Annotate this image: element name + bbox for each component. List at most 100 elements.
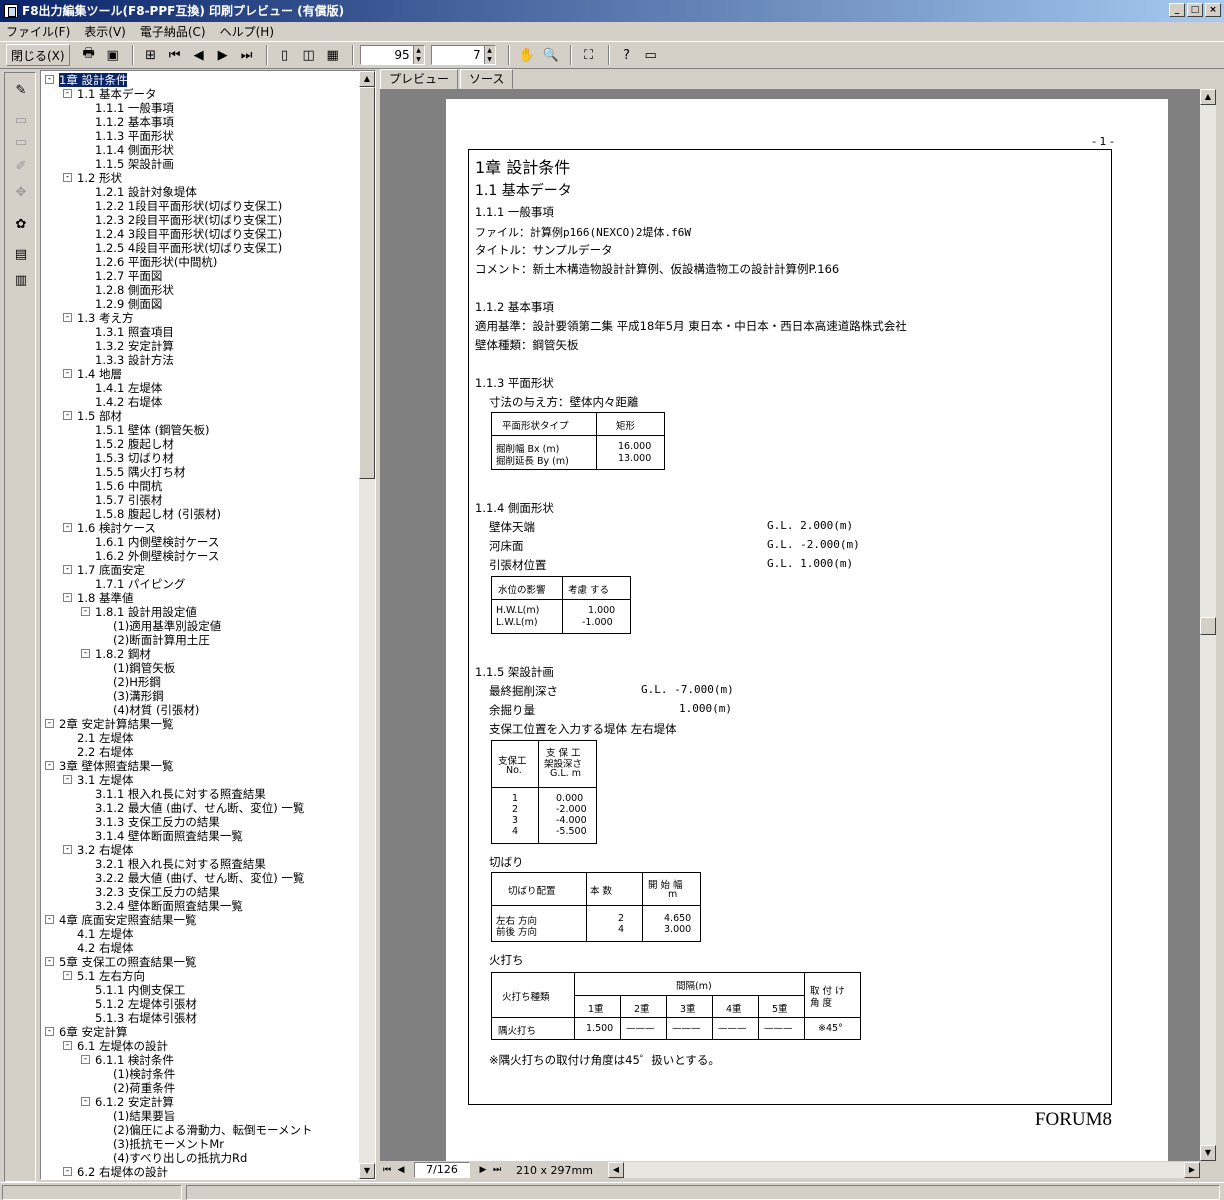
tree-node[interactable]: 1.2.3 2段目平面形状(切ばり支保工) [95, 213, 282, 227]
tree-node[interactable]: 3.2.4 壁体断面照査結果一覧 [95, 899, 243, 913]
scroll-left-icon[interactable]: ◀ [608, 1162, 624, 1178]
tree-node[interactable]: 2.1 左堤体 [77, 731, 133, 745]
menu-electronic-delivery[interactable]: 電子納品(C) [140, 23, 206, 40]
tree-node[interactable]: -6.1 左堤体の設計 [63, 1039, 168, 1053]
tree-node[interactable]: 3.1.4 壁体断面照査結果一覧 [95, 829, 243, 843]
tree-node[interactable]: 1.6.1 内側壁検討ケース [95, 535, 219, 549]
tree-node[interactable]: -1.8.2 鋼材 [81, 647, 151, 661]
page-indicator[interactable]: 7/126 [414, 1162, 470, 1178]
tree-node[interactable]: -6.2 右堤体の設計 [63, 1165, 168, 1179]
tree-node[interactable]: 3.2.1 根入れ長に対する照査結果 [95, 857, 266, 871]
tree-node[interactable]: (4)材質 (引張材) [113, 703, 199, 717]
hand-tool-icon[interactable]: ✋ [516, 44, 538, 66]
last-page-icon[interactable]: ⏭ [490, 1165, 504, 1175]
tree-node[interactable]: 5.1.1 内側支保工 [95, 983, 185, 997]
tree-node[interactable]: 1.6.2 外側壁検討ケース [95, 549, 219, 563]
tree-collapse-icon[interactable]: - [63, 1041, 72, 1050]
tree-node[interactable]: -1.2 形状 [63, 171, 122, 185]
tree-node[interactable]: -6.1.2 安定計算 [81, 1095, 174, 1109]
tree-collapse-icon[interactable]: - [45, 761, 54, 770]
tree-node[interactable]: -4章 底面安定照査結果一覧 [45, 913, 196, 927]
edit-icon[interactable]: ✐ [9, 155, 33, 177]
tree-node[interactable]: -1章 設計条件 [45, 73, 128, 87]
tree-node[interactable]: -1.5 部材 [63, 409, 122, 423]
tree-node[interactable]: 3.2.2 最大値 (曲げ、せん断、変位) 一覧 [95, 871, 304, 885]
tree-scroll-thumb[interactable] [359, 87, 375, 479]
tree-node[interactable]: -3章 壁体照査結果一覧 [45, 759, 173, 773]
tree-node[interactable]: -6.1.1 検討条件 [81, 1053, 174, 1067]
preview-hscrollbar[interactable]: ◀ ▶ [608, 1162, 1200, 1178]
tree-collapse-icon[interactable]: - [63, 89, 72, 98]
tree-collapse-icon[interactable]: - [63, 173, 72, 182]
tree-node[interactable]: 6.2.1 検討条件 [95, 1179, 174, 1180]
page-value[interactable]: 7 [432, 48, 484, 62]
fit-page-icon[interactable]: ⛶ [578, 44, 600, 66]
tree-node[interactable]: 1.3.1 照査項目 [95, 325, 174, 339]
tree-collapse-icon[interactable]: - [81, 1097, 90, 1106]
tree-node[interactable]: 1.1.4 側面形状 [95, 143, 174, 157]
tree-node[interactable]: (1)鋼管矢板 [113, 661, 175, 675]
tree-collapse-icon[interactable]: - [63, 1167, 72, 1176]
tree-node[interactable]: 1.2.8 側面形状 [95, 283, 174, 297]
tree-node[interactable]: -1.8.1 設計用設定値 [81, 605, 197, 619]
magnifier-icon[interactable]: 🔍 [540, 44, 562, 66]
tree-collapse-icon[interactable]: - [63, 845, 72, 854]
tree-collapse-icon[interactable]: - [63, 411, 72, 420]
maximize-button[interactable]: □ [1187, 3, 1203, 17]
tree-node[interactable]: 1.1.1 一般事項 [95, 101, 174, 115]
tree-node[interactable]: 5.1.2 左堤体引張材 [95, 997, 197, 1011]
tree-node[interactable]: (3)抵抗モーメントMr [113, 1137, 224, 1151]
help-icon[interactable]: ? [616, 44, 638, 66]
page-setup-icon[interactable]: ⊞ [140, 44, 162, 66]
tree-collapse-icon[interactable]: - [45, 719, 54, 728]
prev-page-icon[interactable]: ◀ [394, 1165, 408, 1175]
preview-scrollbar[interactable]: ▲ ▼ [1200, 89, 1216, 1161]
delete-icon[interactable]: ▭ [9, 131, 33, 153]
tree-node[interactable]: 1.5.5 隅火打ち材 [95, 465, 185, 479]
tree-node[interactable]: 1.2.6 平面形状(中間杭) [95, 255, 217, 269]
tree-collapse-icon[interactable]: - [63, 369, 72, 378]
multi-page-icon[interactable]: ▦ [322, 44, 344, 66]
tree-scrollbar[interactable]: ▲ ▼ [359, 71, 375, 1179]
tree-node[interactable]: 4.2 右堤体 [77, 941, 133, 955]
tree-node[interactable]: 1.2.5 4段目平面形状(切ばり支保工) [95, 241, 282, 255]
tree-node[interactable]: -6章 安定計算 [45, 1025, 127, 1039]
tree-node[interactable]: 1.1.5 架設計画 [95, 157, 174, 171]
tree-node[interactable]: 1.5.6 中間杭 [95, 479, 162, 493]
page-stepper[interactable]: 7 ▲ ▼ [430, 45, 496, 65]
tree-node[interactable]: 1.5.7 引張材 [95, 493, 162, 507]
menu-file[interactable]: ファイル(F) [6, 23, 70, 40]
first-page-icon[interactable]: ⏮ [164, 44, 186, 66]
first-page-icon[interactable]: ⏮ [380, 1165, 394, 1175]
spin-arrows-icon[interactable]: ▲ ▼ [483, 46, 495, 64]
tree-node[interactable]: 3.1.3 支保工反力の結果 [95, 815, 220, 829]
tree-node[interactable]: 1.3.3 設計方法 [95, 353, 174, 367]
tree-node[interactable]: 3.1.1 根入れ長に対する照査結果 [95, 787, 266, 801]
tree-collapse-icon[interactable]: - [81, 649, 90, 658]
tree-node[interactable]: 2.2 右堤体 [77, 745, 133, 759]
tree-node[interactable]: 1.7.1 パイピング [95, 577, 185, 591]
close-window-button[interactable]: × [1205, 3, 1221, 17]
tree-collapse-icon[interactable]: - [63, 523, 72, 532]
tree-node[interactable]: -1.4 地層 [63, 367, 122, 381]
tree-collapse-icon[interactable]: - [63, 971, 72, 980]
tree-node[interactable]: (1)検討条件 [113, 1067, 175, 1081]
tree-node[interactable]: 1.2.4 3段目平面形状(切ばり支保工) [95, 227, 282, 241]
tree-node[interactable]: -1.1 基本データ [63, 87, 156, 101]
tree-node[interactable]: (2)断面計算用土圧 [113, 633, 210, 647]
about-icon[interactable]: ▭ [640, 44, 662, 66]
zoom-stepper[interactable]: 95 ▲ ▼ [359, 45, 425, 65]
scroll-up-icon[interactable]: ▲ [359, 71, 375, 87]
tree-node[interactable]: 4.1 左堤体 [77, 927, 133, 941]
tree-collapse-icon[interactable]: ▥ [9, 269, 33, 291]
move-icon[interactable]: ✥ [9, 181, 33, 203]
tab-source[interactable]: ソース [460, 69, 514, 89]
tree-collapse-icon[interactable]: - [63, 313, 72, 322]
tree-node[interactable]: (1)適用基準別設定値 [113, 619, 221, 633]
tree-node[interactable]: -1.6 検討ケース [63, 521, 156, 535]
tree-node[interactable]: -1.8 基準値 [63, 591, 133, 605]
zoom-value[interactable]: 95 [361, 48, 413, 62]
scroll-down-icon[interactable]: ▼ [359, 1163, 375, 1179]
next-page-icon[interactable]: ▶ [212, 44, 234, 66]
tree-node[interactable]: (2)偏圧による滑動力、転倒モーメント [113, 1123, 312, 1137]
